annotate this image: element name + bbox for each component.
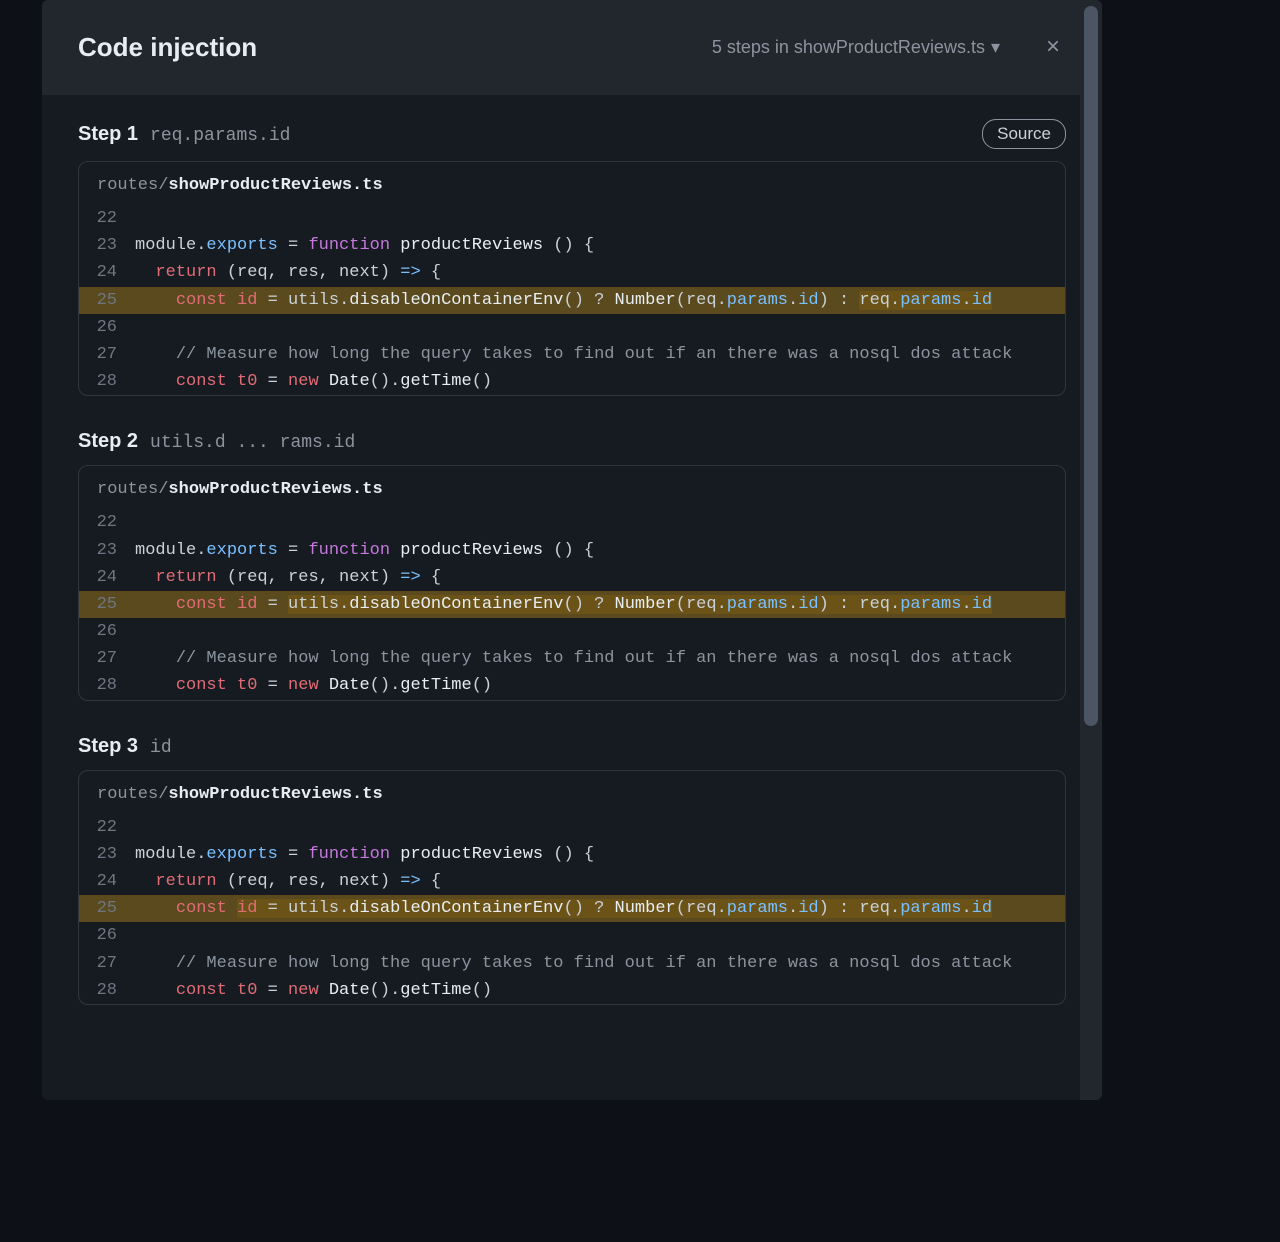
code-content: const t0 = new Date().getTime() bbox=[135, 368, 504, 395]
step-1: Step 1 req.params.id Source routes/showP… bbox=[78, 119, 1066, 396]
line-number: 28 bbox=[79, 977, 135, 1004]
highlighted-fragment: utils.disableOnContainerEnv() ? Number(r… bbox=[288, 595, 992, 614]
step-3-code: 22 23module.exports = function productRe… bbox=[79, 814, 1065, 1004]
filepath-name: showProductReviews.ts bbox=[168, 785, 382, 804]
line-number: 24 bbox=[79, 564, 135, 591]
highlighted-line: 25 const id = utils.disableOnContainerEn… bbox=[79, 591, 1065, 618]
modal-header: Code injection 5 steps in showProductRev… bbox=[42, 0, 1102, 95]
step-2-expr: utils.d ... rams.id bbox=[150, 433, 355, 453]
highlighted-line: 25 const id = utils.disableOnContainerEn… bbox=[79, 287, 1065, 314]
highlighted-fragment: req.params.id bbox=[859, 291, 992, 310]
line-number: 27 bbox=[79, 950, 135, 977]
line-number: 25 bbox=[79, 895, 135, 922]
line-number: 23 bbox=[79, 537, 135, 564]
step-2-code-panel: routes/showProductReviews.ts 22 23module… bbox=[78, 465, 1066, 700]
step-1-header: Step 1 req.params.id Source bbox=[78, 119, 1066, 149]
close-icon bbox=[1044, 37, 1062, 55]
step-3: Step 3 id routes/showProductReviews.ts 2… bbox=[78, 735, 1066, 1005]
step-1-code-panel: routes/showProductReviews.ts 22 23module… bbox=[78, 161, 1066, 396]
code-content: // Measure how long the query takes to f… bbox=[135, 950, 1024, 977]
step-3-code-panel: routes/showProductReviews.ts 22 23module… bbox=[78, 770, 1066, 1005]
code-content: const id = utils.disableOnContainerEnv()… bbox=[135, 287, 1004, 314]
code-content: return (req, res, next) => { bbox=[135, 868, 453, 895]
code-content: module.exports = function productReviews… bbox=[135, 232, 606, 259]
highlighted-line: 25 const id = utils.disableOnContainerEn… bbox=[79, 895, 1065, 922]
scrollbar-thumb[interactable] bbox=[1084, 6, 1098, 726]
line-number: 25 bbox=[79, 591, 135, 618]
line-number: 26 bbox=[79, 922, 135, 949]
modal-title: Code injection bbox=[78, 32, 257, 63]
line-number: 26 bbox=[79, 618, 135, 645]
line-number: 25 bbox=[79, 287, 135, 314]
step-2-label: Step 2 bbox=[78, 430, 138, 453]
step-2-code: 22 23module.exports = function productRe… bbox=[79, 509, 1065, 699]
caret-down-icon: ▾ bbox=[991, 37, 1000, 58]
line-number: 28 bbox=[79, 368, 135, 395]
steps-dropdown-label: 5 steps in showProductReviews.ts bbox=[712, 37, 985, 58]
line-number: 27 bbox=[79, 341, 135, 368]
step-3-filepath[interactable]: routes/showProductReviews.ts bbox=[79, 771, 1065, 814]
step-1-filepath[interactable]: routes/showProductReviews.ts bbox=[79, 162, 1065, 205]
code-content: return (req, res, next) => { bbox=[135, 564, 453, 591]
code-injection-modal: Code injection 5 steps in showProductRev… bbox=[42, 0, 1102, 1100]
line-number: 26 bbox=[79, 314, 135, 341]
steps-dropdown[interactable]: 5 steps in showProductReviews.ts ▾ bbox=[712, 37, 1000, 58]
filepath-dir: routes/ bbox=[97, 176, 168, 195]
line-number: 27 bbox=[79, 645, 135, 672]
code-content: module.exports = function productReviews… bbox=[135, 537, 606, 564]
step-2-filepath[interactable]: routes/showProductReviews.ts bbox=[79, 466, 1065, 509]
filepath-dir: routes/ bbox=[97, 785, 168, 804]
close-button[interactable] bbox=[1040, 33, 1066, 63]
line-number: 23 bbox=[79, 232, 135, 259]
line-number: 22 bbox=[79, 205, 135, 232]
step-1-label: Step 1 bbox=[78, 123, 138, 146]
code-content: const id = utils.disableOnContainerEnv()… bbox=[135, 895, 1004, 922]
code-content: const id = utils.disableOnContainerEnv()… bbox=[135, 591, 1004, 618]
code-content: const t0 = new Date().getTime() bbox=[135, 672, 504, 699]
source-badge[interactable]: Source bbox=[982, 119, 1066, 149]
highlighted-fragment: id = utils.disableOnContainerEnv() ? Num… bbox=[237, 899, 992, 918]
code-content: const t0 = new Date().getTime() bbox=[135, 977, 504, 1004]
header-right: 5 steps in showProductReviews.ts ▾ bbox=[712, 33, 1066, 63]
line-number: 22 bbox=[79, 509, 135, 536]
code-content: // Measure how long the query takes to f… bbox=[135, 645, 1024, 672]
code-content: module.exports = function productReviews… bbox=[135, 841, 606, 868]
step-1-expr: req.params.id bbox=[150, 126, 290, 146]
step-2: Step 2 utils.d ... rams.id routes/showPr… bbox=[78, 430, 1066, 700]
scrollbar-track[interactable] bbox=[1080, 0, 1102, 1100]
step-3-label: Step 3 bbox=[78, 735, 138, 758]
code-content: // Measure how long the query takes to f… bbox=[135, 341, 1024, 368]
line-number: 22 bbox=[79, 814, 135, 841]
filepath-dir: routes/ bbox=[97, 480, 168, 499]
line-number: 24 bbox=[79, 259, 135, 286]
filepath-name: showProductReviews.ts bbox=[168, 176, 382, 195]
step-2-header: Step 2 utils.d ... rams.id bbox=[78, 430, 1066, 453]
line-number: 23 bbox=[79, 841, 135, 868]
filepath-name: showProductReviews.ts bbox=[168, 480, 382, 499]
code-content: return (req, res, next) => { bbox=[135, 259, 453, 286]
line-number: 28 bbox=[79, 672, 135, 699]
step-3-header: Step 3 id bbox=[78, 735, 1066, 758]
step-1-code: 22 23module.exports = function productRe… bbox=[79, 205, 1065, 395]
step-3-expr: id bbox=[150, 738, 172, 758]
modal-body[interactable]: Step 1 req.params.id Source routes/showP… bbox=[42, 95, 1102, 1100]
line-number: 24 bbox=[79, 868, 135, 895]
